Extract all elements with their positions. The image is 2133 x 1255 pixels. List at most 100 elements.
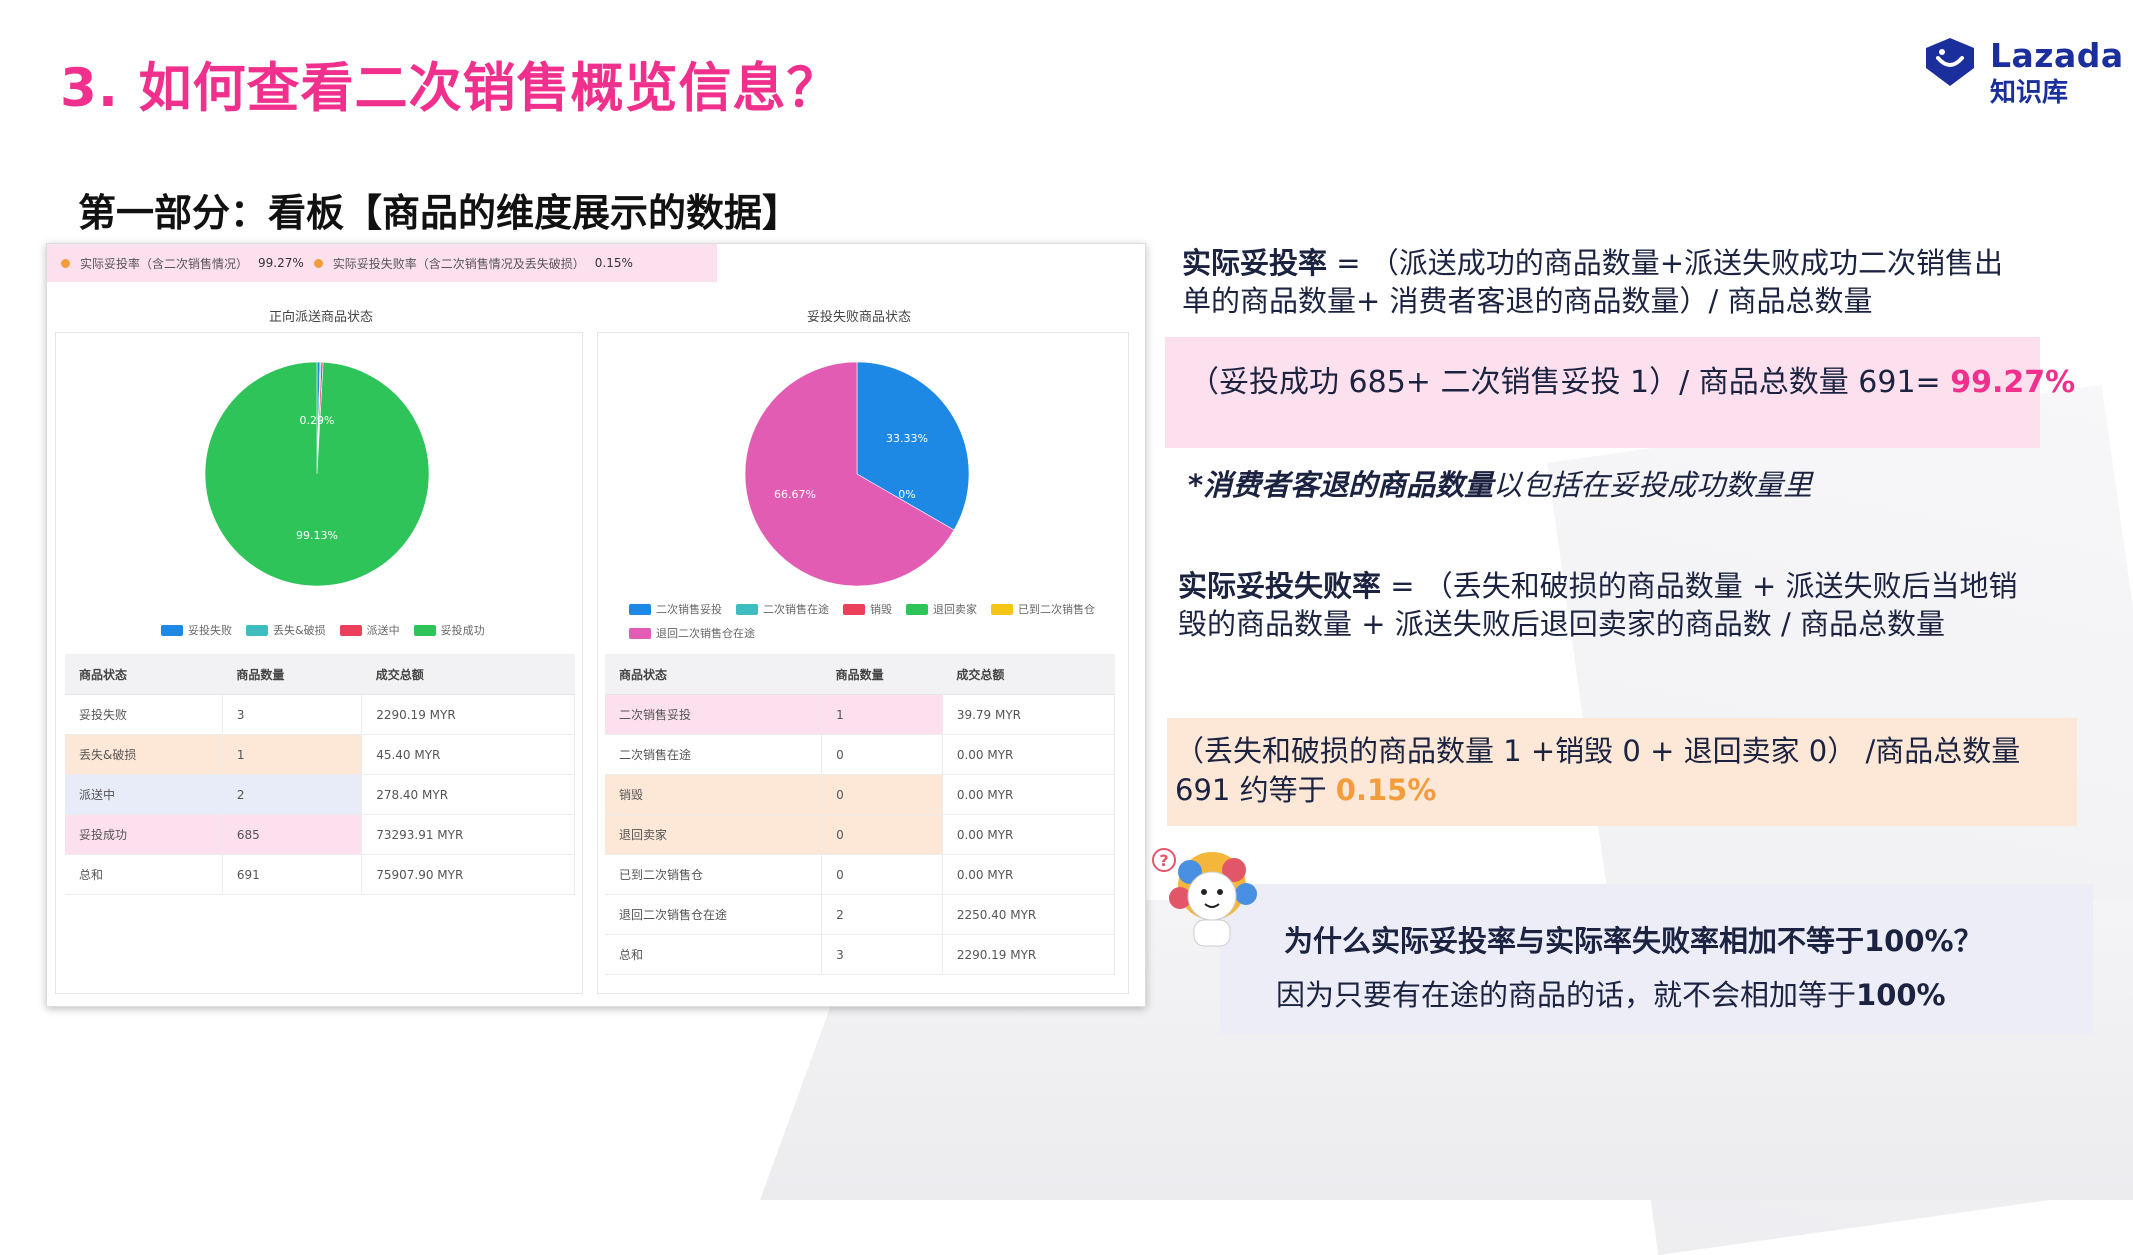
table-cell: 1 [222, 734, 363, 775]
table-cell: 0.00 MYR [942, 774, 1116, 815]
legend-item[interactable]: 销毁 [843, 601, 892, 617]
mascot-icon: ? [1152, 848, 1257, 947]
table-cell: 0 [821, 814, 943, 855]
orange-dot-icon [61, 258, 70, 268]
table-row: 派送中 2 278.40 MYR [65, 774, 575, 815]
legend-swatch [736, 603, 758, 615]
table-cell: 691 [222, 854, 363, 895]
metric-value: 99.27% [258, 256, 304, 270]
legend-label: 妥投成功 [440, 624, 485, 637]
calc-failure-box: （丢失和破损的商品数量 1 +销毁 0 + 退回卖家 0） /商品总数量 691… [1167, 718, 2077, 826]
legend-item[interactable]: 妥投失败 [161, 622, 232, 638]
metric-label: 实际妥投失败率（含二次销售情况及丢失破损） [332, 256, 585, 271]
calc-expression: （丢失和破损的商品数量 1 +销毁 0 + 退回卖家 0） /商品总数量 691… [1175, 734, 2021, 807]
right-table: 商品状态 商品数量 成交总额 二次销售妥投 1 39.79 MYR 二次销售在途 0 0.00 … [605, 654, 1116, 975]
legend-swatch [843, 603, 865, 615]
legend-item[interactable]: 二次销售在途 [736, 601, 829, 617]
legend-item[interactable]: 妥投成功 [413, 622, 485, 638]
chart-title: 妥投失败商品状态 [807, 310, 912, 325]
chart-title: 正向派送商品状态 [269, 310, 374, 325]
table-cell: 退回二次销售仓在途 [605, 894, 823, 935]
legend-item[interactable]: 退回卖家 [906, 601, 977, 617]
table-header: 商品状态 [65, 654, 223, 695]
pie-data-label: 99.13% [296, 529, 338, 542]
table-cell: 3 [821, 934, 943, 975]
legend-swatch [161, 624, 183, 636]
table-cell: 妥投失败 [65, 694, 223, 735]
table-cell: 二次销售妥投 [605, 694, 823, 735]
table-cell: 0.00 MYR [942, 854, 1116, 895]
table-cell: 278.40 MYR [361, 774, 575, 815]
legend-swatch [246, 624, 268, 636]
table-cell: 0 [821, 854, 943, 895]
legend-item[interactable]: 退回二次销售仓在途 [629, 625, 755, 641]
calc-expression: （妥投成功 685+ 二次销售妥投 1）/ 商品总数量 691= [1189, 365, 1951, 400]
table-cell: 1 [821, 694, 943, 735]
table-row: 妥投失败 3 2290.19 MYR [65, 694, 575, 735]
legend-swatch [629, 603, 651, 615]
left-legend: 妥投失败 丢失&破损 派送中 妥投成功 [161, 622, 521, 638]
table-cell: 73293.91 MYR [361, 814, 575, 855]
table-cell: 2250.40 MYR [942, 894, 1116, 935]
legend-item[interactable]: 已到二次销售仓 [991, 601, 1095, 617]
table-row: 总和 3 2290.19 MYR [605, 934, 1116, 975]
legend-label: 退回二次销售仓在途 [656, 627, 755, 640]
legend-swatch [991, 603, 1013, 615]
table-cell: 销毁 [605, 774, 823, 815]
metric-bar: 实际妥投率（含二次销售情况） 99.27% 实际妥投失败率（含二次销售情况及丢失… [47, 244, 717, 282]
table-header: 成交总额 [942, 654, 1115, 695]
table-cell: 丢失&破损 [65, 734, 223, 775]
calc-text: （丢失和破损的商品数量 1 +销毁 0 + 退回卖家 0） /商品总数量 691… [1175, 732, 2055, 810]
legend-label: 派送中 [366, 624, 400, 637]
calc-text: （妥投成功 685+ 二次销售妥投 1）/ 商品总数量 691= 99.27% [1189, 357, 2075, 401]
table-row: 二次销售妥投 1 39.79 MYR [605, 694, 1116, 735]
faq-answer-text: 因为只要有在途的商品的话，就不会相加等于 [1276, 978, 1857, 1012]
table-header: 商品状态 [605, 654, 822, 695]
table-cell: 二次销售在途 [605, 734, 823, 775]
table-cell: 退回卖家 [605, 814, 823, 855]
faq-answer: 因为只要有在途的商品的话，就不会相加等于100% [1276, 972, 1946, 1014]
calc-delivery-box: （妥投成功 685+ 二次销售妥投 1）/ 商品总数量 691= 99.27% [1165, 337, 2075, 448]
legend-item[interactable]: 丢失&破损 [246, 622, 326, 638]
section-subtitle: 第一部分：看板【商品的维度展示的数据】 [78, 191, 801, 235]
formula-delivery-rate: 实际妥投率 = （派送成功的商品数量+派送失败成功二次销售出单的商品数量+ 消费… [1182, 244, 2012, 320]
formula-term: 实际妥投率 [1182, 246, 1328, 280]
logo-subtitle: 知识库 [1990, 78, 2069, 108]
legend-swatch [413, 624, 436, 636]
legend-item[interactable]: 二次销售妥投 [629, 601, 722, 617]
table-cell: 0.00 MYR [942, 734, 1116, 775]
table-cell: 2 [821, 894, 943, 935]
slide-title: 3. 如何查看二次销售概览信息？ [60, 58, 841, 119]
legend-label: 销毁 [870, 603, 892, 616]
pie-slice [204, 361, 430, 587]
table-row: 丢失&破损 1 45.40 MYR [65, 734, 575, 775]
table-cell: 派送中 [65, 774, 223, 815]
metric-label: 实际妥投率（含二次销售情况） [80, 256, 249, 271]
table-row: 二次销售在途 0 0.00 MYR [605, 734, 1116, 775]
legend-label: 二次销售在途 [763, 603, 829, 616]
faq-answer-bold: 100% [1856, 978, 1946, 1012]
table-cell: 总和 [65, 854, 223, 895]
table-row: 退回卖家 0 0.00 MYR [605, 814, 1116, 855]
table-header-row: 商品状态 商品数量 成交总额 [605, 654, 1115, 695]
table-row: 总和 691 75907.90 MYR [65, 854, 575, 895]
legend-item[interactable]: 派送中 [339, 622, 400, 638]
table-cell: 39.79 MYR [942, 694, 1116, 735]
lazada-logo: Lazada 知识库 [1920, 30, 2123, 110]
pie-data-label: 33.33% [886, 432, 928, 445]
table-row: 已到二次销售仓 0 0.00 MYR [605, 854, 1116, 895]
table-header-row: 商品状态 商品数量 成交总额 [65, 654, 575, 695]
legend-swatch [906, 603, 928, 615]
table-cell: 685 [222, 814, 363, 855]
table-row: 妥投成功 685 73293.91 MYR [65, 814, 575, 855]
legend-label: 二次销售妥投 [656, 603, 722, 616]
table-cell: 3 [222, 694, 363, 735]
table-header: 成交总额 [361, 654, 575, 695]
right-legend: 二次销售妥投 二次销售在途 销毁 退回卖家 已到二次销售仓退回二次销售仓在途 [629, 601, 1109, 641]
table-row: 退回二次销售仓在途 2 2250.40 MYR [605, 894, 1116, 935]
legend-label: 退回卖家 [933, 603, 977, 616]
calc-result: 99.27% [1950, 365, 2076, 400]
table-cell: 妥投成功 [65, 814, 223, 855]
table-cell: 0 [821, 774, 943, 815]
legend-swatch [339, 624, 362, 636]
